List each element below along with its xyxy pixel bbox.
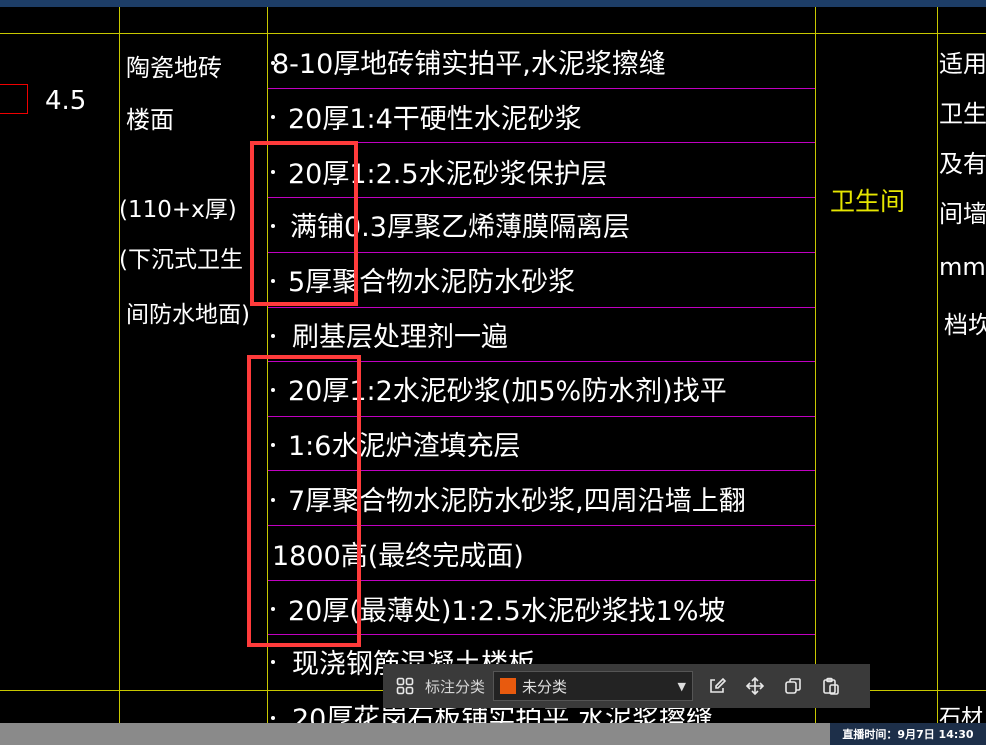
floor-name-line: (下沉式卫生	[119, 247, 243, 273]
row-line	[268, 307, 815, 308]
right-note-line: 档坎	[944, 311, 986, 339]
bullet	[271, 115, 275, 119]
bullet	[271, 660, 275, 664]
grid-icon[interactable]	[391, 672, 419, 700]
floor-name-line: 间防水地面)	[126, 302, 250, 328]
row-line	[268, 88, 815, 89]
edit-icon[interactable]	[703, 672, 731, 700]
left-cell-value: 4.5	[45, 86, 87, 116]
right-note-line: 卫生间	[939, 100, 986, 128]
right-note-line: 间墙体	[939, 200, 986, 228]
grid-col-1	[119, 7, 120, 745]
category-label: 标注分类	[425, 677, 486, 696]
layer-row-5: 刷基层处理剂一遍	[292, 322, 508, 353]
right-note-line: 及有防	[939, 150, 986, 178]
chevron-down-icon: ▼	[677, 680, 687, 693]
right-note-line: 适用于	[939, 50, 986, 78]
grid-col-4	[937, 7, 938, 745]
category-select[interactable]: 未分类 ▼	[493, 671, 694, 701]
category-color-swatch	[500, 678, 517, 694]
bullet	[271, 334, 275, 338]
small-red-rect	[0, 84, 28, 114]
floor-name-line: 陶瓷地砖	[126, 54, 222, 82]
room-label: 卫生间	[830, 187, 906, 216]
annotation-box-1[interactable]	[250, 141, 358, 306]
bullet	[271, 61, 275, 65]
annotation-toolbar: 标注分类 未分类 ▼	[383, 664, 870, 708]
grid-col-3	[815, 7, 816, 745]
copy-icon[interactable]	[779, 672, 807, 700]
broadcast-time: 直播时间：9月7日 14:30	[830, 723, 986, 745]
floor-name-line: 楼面	[126, 106, 174, 134]
bullet	[271, 716, 275, 720]
right-note-line: mm	[939, 253, 986, 281]
annotation-box-2[interactable]	[247, 355, 361, 647]
top-menu-strip	[0, 0, 986, 7]
layer-row-0: 8-10厚地砖铺实拍平,水泥浆擦缝	[272, 49, 666, 80]
floor-name-line: (110+x厚)	[119, 197, 237, 223]
grid-line-top	[0, 33, 986, 34]
layer-row-1: 20厚1:4干硬性水泥砂浆	[288, 104, 582, 135]
category-selected-value: 未分类	[522, 677, 568, 696]
paste-icon[interactable]	[817, 672, 845, 700]
move-icon[interactable]	[741, 672, 769, 700]
